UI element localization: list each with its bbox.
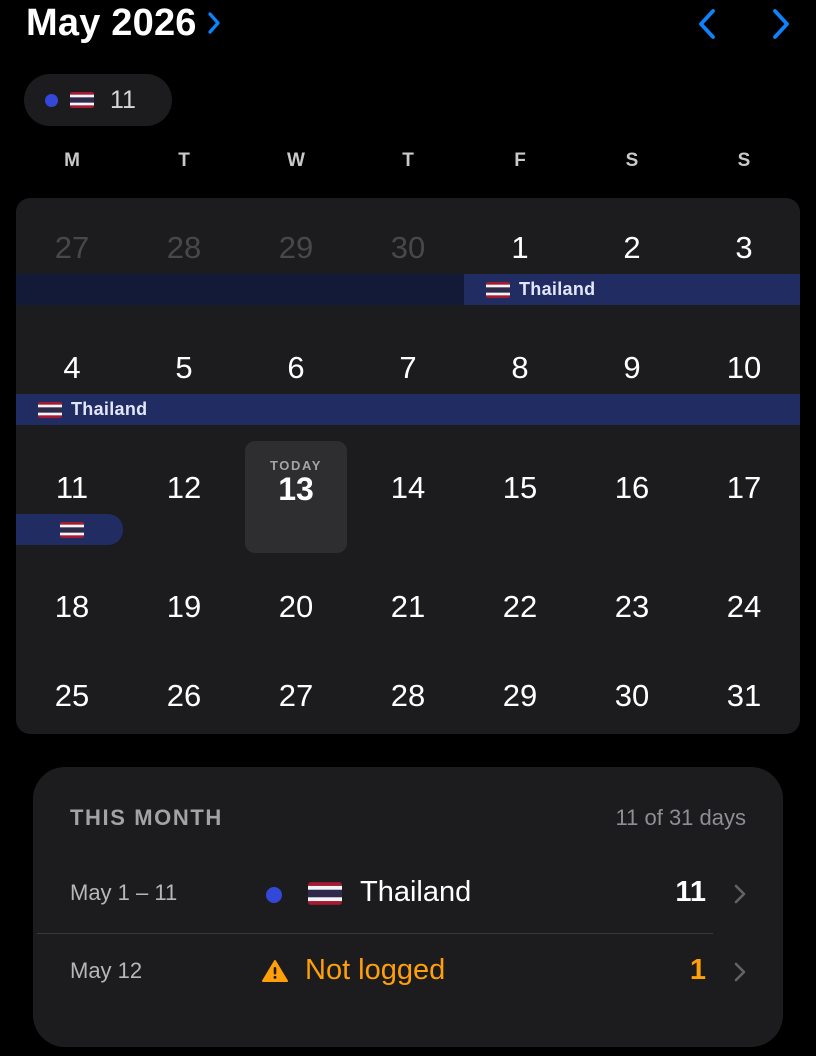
country-color-dot bbox=[45, 93, 58, 107]
next-month-button[interactable] bbox=[762, 6, 798, 42]
day-cell[interactable]: 19 bbox=[128, 589, 240, 625]
thailand-flag-icon bbox=[70, 92, 94, 108]
chevron-right-icon bbox=[734, 962, 746, 987]
today-cell[interactable]: TODAY 13 bbox=[245, 441, 347, 553]
day-cell[interactable]: 24 bbox=[688, 589, 800, 625]
weekday-label: W bbox=[287, 150, 305, 171]
day-cell[interactable]: 31 bbox=[688, 678, 800, 714]
day-cell[interactable]: 6 bbox=[240, 350, 352, 386]
day-cell[interactable]: 26 bbox=[128, 678, 240, 714]
chevron-right-icon bbox=[207, 2, 221, 45]
row-status: Not logged bbox=[305, 954, 446, 986]
thailand-flag-icon bbox=[308, 882, 342, 905]
day-cell[interactable]: 25 bbox=[16, 678, 128, 714]
row-date-range: May 1 – 11 bbox=[70, 880, 178, 905]
thailand-flag-icon bbox=[60, 522, 84, 538]
day-cell[interactable]: 10 bbox=[688, 350, 800, 386]
row-country-name: Thailand bbox=[360, 876, 472, 908]
header: May 2026 bbox=[0, 0, 816, 60]
summary-row-not-logged[interactable]: May 12 Not logged 1 bbox=[70, 944, 746, 1000]
chevron-left-icon bbox=[699, 9, 715, 39]
weekday-label: S bbox=[625, 150, 639, 171]
row-date: May 12 bbox=[70, 958, 143, 983]
day-cell-outside-month[interactable]: 28 bbox=[128, 230, 240, 266]
chevron-right-icon bbox=[773, 9, 789, 39]
day-cell[interactable]: 17 bbox=[688, 470, 800, 506]
row-day-count: 1 bbox=[689, 954, 706, 986]
thailand-flag-icon bbox=[486, 282, 510, 298]
weekday-label: M bbox=[64, 150, 80, 171]
day-cell[interactable]: 5 bbox=[128, 350, 240, 386]
day-cell[interactable]: 2 bbox=[576, 230, 688, 266]
trip-band-label: Thailand bbox=[38, 394, 147, 425]
day-cell[interactable]: 22 bbox=[464, 589, 576, 625]
day-cell[interactable]: 18 bbox=[16, 589, 128, 625]
trip-band-label: Thailand bbox=[486, 274, 595, 305]
day-cell[interactable]: 3 bbox=[688, 230, 800, 266]
day-cell[interactable]: 14 bbox=[352, 470, 464, 506]
country-color-dot bbox=[266, 887, 282, 903]
row-divider bbox=[37, 933, 713, 934]
weekday-label: F bbox=[514, 150, 526, 171]
day-cell[interactable]: 23 bbox=[576, 589, 688, 625]
day-cell[interactable]: 12 bbox=[128, 470, 240, 506]
trip-band-label bbox=[60, 514, 93, 545]
day-cell[interactable]: 28 bbox=[352, 678, 464, 714]
trip-band-background bbox=[16, 274, 464, 305]
previous-month-button[interactable] bbox=[690, 6, 726, 42]
day-cell[interactable]: 8 bbox=[464, 350, 576, 386]
day-cell-outside-month[interactable]: 27 bbox=[16, 230, 128, 266]
day-cell[interactable]: 27 bbox=[240, 678, 352, 714]
weekday-label: T bbox=[402, 150, 414, 171]
weekday-label: S bbox=[737, 150, 751, 171]
day-cell-outside-month[interactable]: 30 bbox=[352, 230, 464, 266]
chip-day-count: 11 bbox=[110, 85, 136, 114]
day-cell[interactable]: 20 bbox=[240, 589, 352, 625]
weekday-header: M T W T F S S bbox=[16, 150, 800, 180]
row-day-count: 11 bbox=[675, 876, 706, 908]
summary-days-count: 11 of 31 days bbox=[615, 805, 746, 830]
summary-row-thailand[interactable]: May 1 – 11 Thailand 11 bbox=[70, 866, 746, 922]
day-cell[interactable]: 11 bbox=[16, 470, 128, 506]
calendar-grid: Thailand Thailand TODAY 13 27 28 29 30 1 2 3 4 5… bbox=[16, 198, 800, 734]
day-cell[interactable]: 9 bbox=[576, 350, 688, 386]
day-cell[interactable]: 30 bbox=[576, 678, 688, 714]
today-day-number: 13 bbox=[278, 471, 314, 507]
month-title-button[interactable]: May 2026 bbox=[26, 2, 221, 45]
day-cell[interactable]: 29 bbox=[464, 678, 576, 714]
summary-title: THIS MONTH bbox=[70, 805, 223, 830]
day-cell[interactable]: 15 bbox=[464, 470, 576, 506]
country-filter-chip[interactable]: 11 bbox=[24, 74, 172, 126]
day-cell[interactable]: 16 bbox=[576, 470, 688, 506]
day-cell[interactable]: 1 bbox=[464, 230, 576, 266]
chevron-right-icon bbox=[734, 884, 746, 909]
thailand-flag-icon bbox=[38, 402, 62, 418]
day-cell[interactable]: 7 bbox=[352, 350, 464, 386]
month-summary-card: THIS MONTH 11 of 31 days May 1 – 11 Thai… bbox=[33, 767, 783, 1047]
day-cell-outside-month[interactable]: 29 bbox=[240, 230, 352, 266]
day-cell[interactable]: 4 bbox=[16, 350, 128, 386]
warning-icon bbox=[262, 959, 288, 988]
weekday-label: T bbox=[178, 150, 190, 171]
month-title: May 2026 bbox=[26, 2, 197, 44]
day-cell[interactable]: 21 bbox=[352, 589, 464, 625]
